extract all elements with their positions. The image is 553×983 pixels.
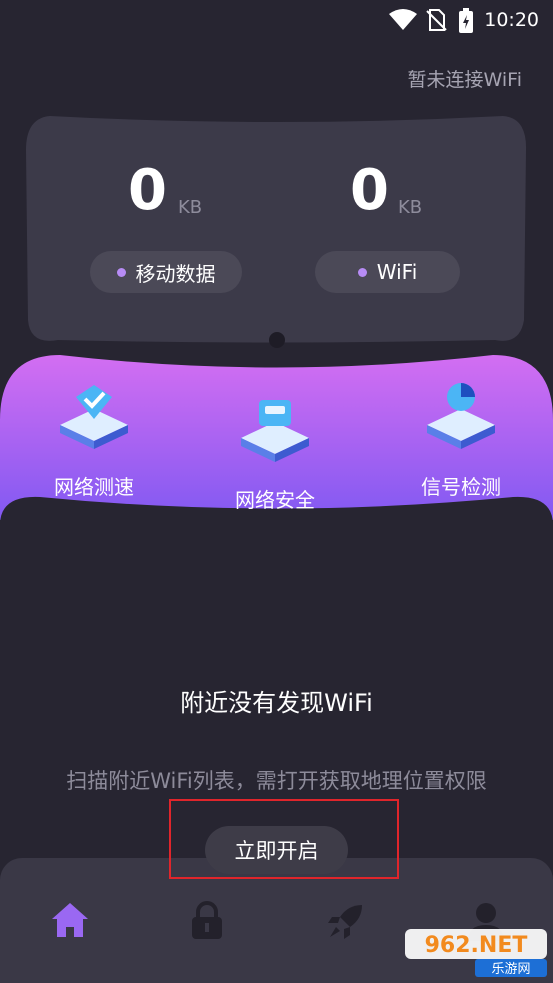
home-icon[interactable] [50, 901, 90, 939]
page-indicator [269, 332, 285, 348]
watermark-graphic: 962.NET 乐游网 [405, 929, 547, 977]
empty-state-description: 扫描附近WiFi列表，需打开获取地理位置权限 [66, 769, 487, 793]
lock-icon[interactable] [190, 901, 224, 941]
wifi-data-dot [357, 267, 367, 277]
feature-network-security[interactable]: 网络安全 [205, 388, 345, 518]
mobile-data-value: 0 [128, 158, 167, 223]
wifi-data-unit: KB [398, 197, 423, 218]
speed-test-icon [60, 385, 128, 449]
wifi-data-value: 0 [350, 158, 389, 223]
mobile-data-tab[interactable]: 移动数据 [90, 251, 242, 293]
annotation-highlight-box [169, 799, 399, 879]
empty-state-title: 附近没有发现WiFi [180, 689, 373, 717]
wifi-data-tab[interactable]: WiFi [315, 251, 460, 293]
feature-speed-test-label: 网络测速 [54, 475, 134, 499]
watermark-logo: 962.NET 乐游网 [405, 927, 547, 977]
wifi-data-label: WiFi [376, 260, 418, 284]
feature-signal-detect[interactable]: 信号检测 [391, 375, 531, 505]
rocket-icon[interactable] [326, 901, 366, 941]
data-usage-card [26, 116, 527, 343]
mobile-data-label: 移动数据 [135, 261, 216, 286]
feature-signal-detect-label: 信号检测 [421, 475, 501, 499]
feature-network-security-label: 网络安全 [235, 488, 315, 512]
mobile-data-dot [116, 267, 126, 277]
signal-detect-icon [427, 383, 495, 449]
svg-text:962.NET: 962.NET [425, 933, 528, 958]
network-security-icon [241, 400, 309, 462]
svg-text:乐游网: 乐游网 [491, 962, 530, 977]
mobile-data-unit: KB [178, 197, 203, 218]
feature-speed-test[interactable]: 网络测速 [24, 375, 164, 505]
